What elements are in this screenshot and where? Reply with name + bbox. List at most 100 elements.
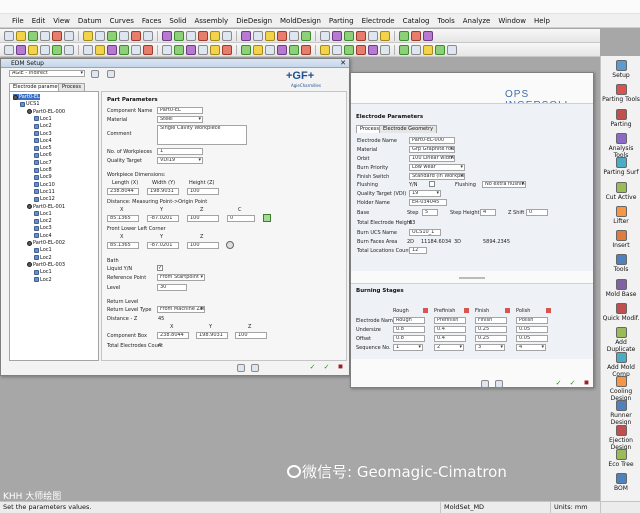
cancel-right-icon[interactable]: ◼ (582, 379, 591, 388)
toolbar-tool-icon[interactable] (380, 44, 390, 55)
tree-node[interactable]: Part0-EL (13, 94, 40, 100)
toolbar-tool-icon[interactable] (16, 44, 26, 55)
toolbar-tool-icon[interactable] (399, 30, 409, 41)
menu-datum[interactable]: Datum (74, 17, 106, 25)
tree-node[interactable]: Loc12 (34, 196, 55, 202)
stage-cell[interactable]: 0.4 (434, 326, 466, 333)
stage-cell[interactable]: Finish (475, 317, 507, 324)
toolbar-tool-icon[interactable] (95, 44, 105, 55)
quality-vdi-select[interactable]: 19 (409, 190, 441, 197)
toolbar-tool-icon[interactable] (210, 30, 220, 41)
toolbar-tool-icon[interactable] (253, 44, 263, 55)
toolbar-tool-icon[interactable] (95, 30, 105, 41)
pick-point-icon[interactable] (263, 214, 271, 222)
toolbar-tool-icon[interactable] (241, 44, 251, 55)
toolbar-tool-icon[interactable] (289, 44, 299, 55)
ref-point-select[interactable]: From Startpoint (157, 274, 205, 281)
panel-add-duplicate[interactable]: Add Duplicate (601, 327, 640, 353)
tree-node[interactable]: Part0-EL-001 (27, 204, 65, 210)
panel-tools[interactable]: Tools (601, 254, 640, 273)
toolbar-tool-icon[interactable] (40, 30, 50, 41)
toolbar-tool-icon[interactable] (423, 30, 433, 41)
tree-node[interactable]: Loc2 (34, 218, 52, 224)
toolbar-tool-icon[interactable] (241, 30, 251, 41)
electrode-row-field[interactable]: Part0-EL-000 (409, 137, 455, 144)
toolbar-tool-icon[interactable] (320, 30, 330, 41)
dim-height[interactable]: 100 (187, 188, 219, 195)
toolbar-tool-icon[interactable] (277, 44, 287, 55)
panel-setup[interactable]: Setup (601, 60, 640, 79)
toolbar-tool-icon[interactable] (174, 30, 184, 41)
toolbar-tool-icon[interactable] (131, 30, 141, 41)
holder-field[interactable]: ER-034045 (409, 199, 447, 206)
tree-node[interactable]: Loc1 (34, 269, 52, 275)
toolbar-tool-icon[interactable] (162, 44, 172, 55)
save-icon[interactable] (91, 70, 99, 78)
toolbar-tool-icon[interactable] (289, 30, 299, 41)
electrode-row-field[interactable]: Standard (in Workpiece) (409, 173, 465, 180)
panel-ejection-design[interactable]: Ejection Design (601, 424, 640, 451)
panel-parting[interactable]: Parting (601, 108, 640, 128)
menu-assembly[interactable]: Assembly (190, 17, 232, 25)
comment-field[interactable]: Single Cavity Workpiece (157, 125, 247, 145)
ok-right-button[interactable]: ✓ (554, 379, 563, 388)
stage-cell[interactable]: Rough (393, 317, 425, 324)
panel-quick-modif[interactable]: Quick Modif. (601, 303, 640, 322)
toolbar-tool-icon[interactable] (28, 30, 38, 41)
splitter-handle[interactable] (459, 277, 485, 279)
panel-add-mold-comp[interactable]: Add Mold Comp (601, 351, 640, 378)
menu-view[interactable]: View (49, 17, 74, 25)
stage-remove-icon[interactable] (423, 308, 428, 313)
tree-node[interactable]: Part0-EL-002 (27, 240, 65, 246)
ok-button[interactable]: ✓ (308, 363, 317, 372)
tree-node[interactable]: Loc10 (34, 182, 55, 188)
stage-cell[interactable]: 0.8 (393, 335, 425, 342)
panel-cut-active[interactable]: Cut Active (601, 181, 640, 201)
flushing2-select[interactable]: No extra flushing (482, 181, 526, 188)
menu-window[interactable]: Window (494, 17, 530, 25)
return-type-select[interactable]: From Machine Zero (157, 306, 205, 313)
panel-eco-tree[interactable]: Eco Tree (601, 448, 640, 468)
menu-faces[interactable]: Faces (138, 17, 165, 25)
stage-remove-icon[interactable] (505, 308, 510, 313)
toolbar-tool-icon[interactable] (186, 44, 196, 55)
tree-node[interactable]: Loc1 (34, 116, 52, 122)
tree-node[interactable]: UCS1 (20, 101, 40, 107)
apply-button[interactable]: ✓ (322, 363, 331, 372)
tree-node[interactable]: Loc8 (34, 167, 52, 173)
toolbar-tool-icon[interactable] (265, 44, 275, 55)
dist-c[interactable]: 0 (227, 215, 255, 222)
toolbar-tool-icon[interactable] (83, 30, 93, 41)
export-right-icon[interactable] (481, 380, 489, 388)
quality-select[interactable]: VDI19 (157, 157, 203, 164)
apply-right-button[interactable]: ✓ (568, 379, 577, 388)
toolbar-tool-icon[interactable] (411, 30, 421, 41)
tree-node[interactable]: Loc4 (34, 233, 52, 239)
tab-process[interactable]: Process (58, 83, 85, 91)
tree-node[interactable]: Loc3 (34, 131, 52, 137)
toolbar-tool-icon[interactable] (320, 44, 330, 55)
panel-cooling-design[interactable]: Cooling Design (601, 375, 640, 402)
toolbar-tool-icon[interactable] (423, 44, 433, 55)
close-icon[interactable]: ✕ (340, 59, 346, 68)
toolbar-tool-icon[interactable] (447, 44, 457, 55)
tree-node[interactable]: Loc4 (34, 138, 52, 144)
dist-x[interactable]: 85.1365 (107, 215, 139, 222)
toolbar-tool-icon[interactable] (222, 30, 232, 41)
tree-node[interactable]: Loc1 (34, 211, 52, 217)
toolbar-tool-icon[interactable] (332, 44, 342, 55)
menu-help[interactable]: Help (530, 17, 554, 25)
toolbar-tool-icon[interactable] (332, 30, 342, 41)
toolbar-tool-icon[interactable] (107, 44, 117, 55)
menu-tools[interactable]: Tools (433, 17, 458, 25)
menu-edit[interactable]: Edit (28, 17, 50, 25)
tab-electrode-geometry[interactable]: Electrode Geometry (379, 125, 438, 133)
stage-cell[interactable]: 3 (475, 344, 505, 351)
toolbar-tool-icon[interactable] (131, 44, 141, 55)
toolbar-tool-icon[interactable] (4, 44, 14, 55)
tree-node[interactable]: Loc2 (34, 277, 52, 283)
toolbar-tool-icon[interactable] (253, 30, 263, 41)
toolbar-tool-icon[interactable] (344, 44, 354, 55)
tree-node[interactable]: Loc2 (34, 255, 52, 261)
toolbar-tool-icon[interactable] (174, 44, 184, 55)
